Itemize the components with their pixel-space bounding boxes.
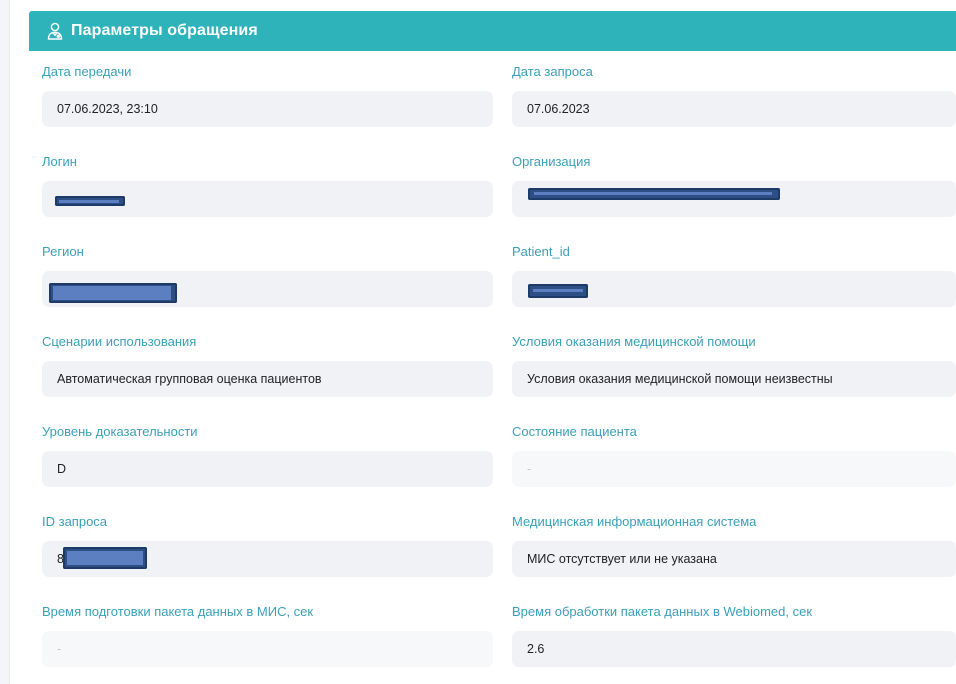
patient-state-label: Состояние пациента — [512, 424, 637, 439]
mis-prep-time-label: Время подготовки пакета данных в МИС, се… — [42, 604, 314, 619]
patient-id-label: Patient_id — [512, 244, 570, 259]
transfer-date-value: 07.06.2023, 23:10 — [42, 91, 493, 127]
request-id-redaction-fill — [67, 551, 143, 565]
organization-label: Организация — [512, 154, 591, 169]
patient-state-value: - — [512, 451, 956, 487]
login-redaction-line — [59, 200, 119, 203]
usage-scenarios-label: Сценарии использования — [42, 334, 197, 349]
mis-label: Медицинская информационная система — [512, 514, 757, 529]
region-label: Регион — [42, 244, 84, 259]
care-conditions-value: Условия оказания медицинской помощи неиз… — [512, 361, 956, 397]
request-date-label: Дата запроса — [512, 64, 593, 79]
doctor-icon — [46, 21, 64, 41]
request-id-value: 8 — [42, 541, 493, 577]
evidence-level-value: D — [42, 451, 493, 487]
request-id-label: ID запроса — [42, 514, 108, 529]
login-value — [42, 181, 493, 217]
webiomed-proc-time-label: Время обработки пакета данных в Webiomed… — [512, 604, 813, 619]
patient-id-redaction-line — [533, 289, 583, 292]
left-rail — [0, 0, 10, 684]
organization-redaction-line — [534, 192, 772, 195]
care-conditions-label: Условия оказания медицинской помощи — [512, 334, 756, 349]
patient-id-value — [512, 271, 956, 307]
panel-title: Параметры обращения — [71, 22, 258, 39]
usage-scenarios-value: Автоматическая групповая оценка пациенто… — [42, 361, 493, 397]
region-redaction-fill — [53, 286, 171, 300]
organization-value — [512, 181, 956, 217]
login-label: Логин — [42, 154, 77, 169]
params-page: Параметры обращения Дата передачи 07.06.… — [0, 0, 956, 684]
panel-header: Параметры обращения — [29, 11, 956, 51]
mis-prep-time-value: - — [42, 631, 493, 667]
region-value — [42, 271, 493, 307]
mis-value: МИС отсутствует или не указана — [512, 541, 956, 577]
webiomed-proc-time-value: 2.6 — [512, 631, 956, 667]
transfer-date-label: Дата передачи — [42, 64, 132, 79]
evidence-level-label: Уровень доказательности — [42, 424, 198, 439]
request-date-value: 07.06.2023 — [512, 91, 956, 127]
